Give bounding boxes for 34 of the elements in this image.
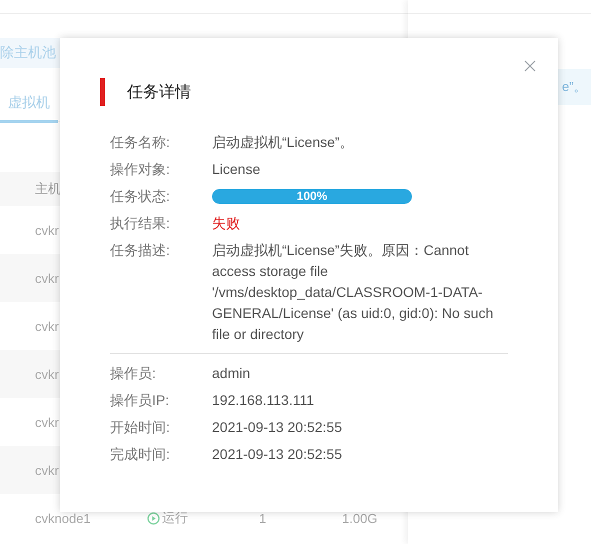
table-cell: cvknode1 (35, 510, 91, 526)
close-icon[interactable] (524, 60, 536, 72)
table-cell: cvkr (35, 414, 59, 430)
table-cell: cvkr (35, 318, 59, 334)
table-cell: cvkr (35, 462, 59, 478)
field-value: 启动虚拟机“License”。 (212, 133, 355, 152)
field-value: License (212, 160, 262, 179)
field-value: 192.168.113.111 (212, 391, 315, 410)
table-cell: cvkr (35, 270, 59, 286)
title-accent (100, 78, 105, 106)
status-text: 运行 (162, 509, 188, 527)
field-value: 启动虚拟机“License”失败。原因：Cannot access storage file '/vms/desktop_data/CLASSROOM-1-DATA-GENERAL/License' (as uid:0, gid:0): No such file or directory (212, 241, 494, 344)
table-cell: cvkr (35, 222, 59, 238)
table-cell: 1.00G (342, 510, 378, 526)
table-cell: cvkr (35, 366, 59, 382)
notice-text: e”。 (562, 78, 587, 96)
running-icon (147, 512, 160, 524)
table-cell: 1 (259, 510, 266, 526)
field-label: 操作员IP: (110, 391, 170, 410)
progress-text: 100% (296, 189, 328, 204)
field-value: 2021-09-13 20:52:55 (212, 445, 343, 464)
field-label: 执行结果: (110, 214, 171, 233)
field-value: 2021-09-13 20:52:55 (212, 418, 343, 437)
field-label: 操作员: (110, 364, 157, 383)
field-value: 失败 (212, 214, 241, 233)
field-label: 任务名称: (110, 133, 171, 152)
field-label: 完成时间: (110, 445, 171, 464)
field-label: 任务状态: (110, 187, 171, 206)
field-value: admin (212, 364, 252, 383)
field-label: 操作对象: (110, 160, 171, 179)
column-header: 主机 (35, 180, 61, 198)
field-label: 任务描述: (110, 241, 171, 260)
dialog-title: 任务详情 (127, 82, 191, 102)
field-label: 开始时间: (110, 418, 171, 437)
